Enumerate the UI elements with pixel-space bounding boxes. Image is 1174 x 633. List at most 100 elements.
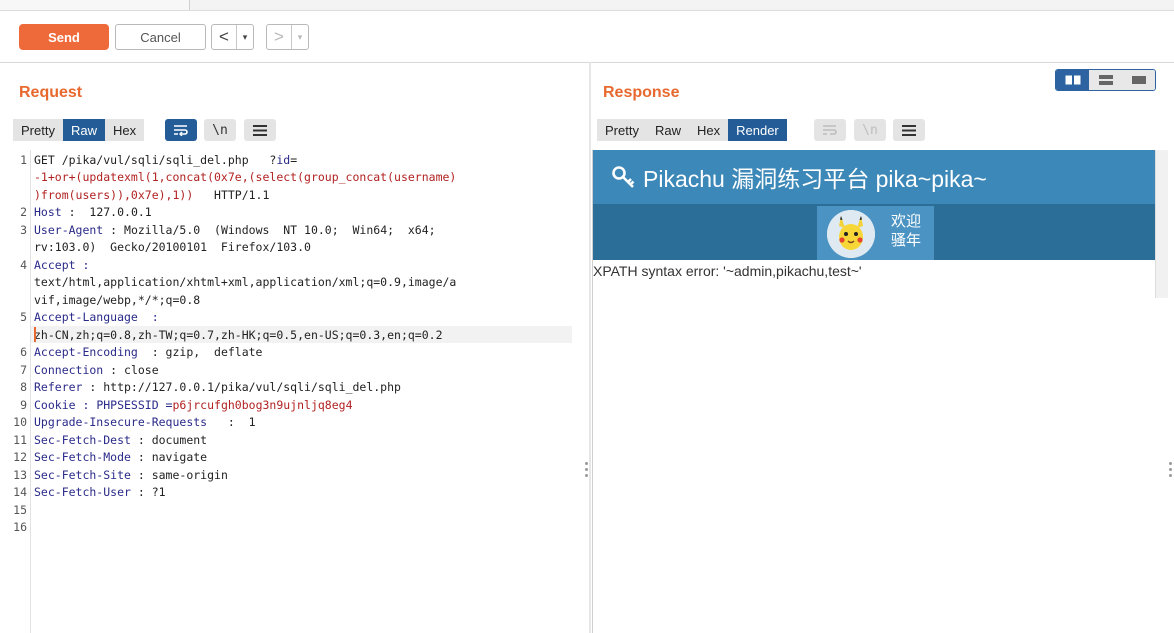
welcome-line: 骚年	[891, 232, 922, 249]
header-value: : same-origin	[130, 468, 228, 482]
payload-text: )from(users)),0x7e),1))	[34, 188, 194, 202]
request-method-path: GET /pika/vul/sqli/sqli_del.php ?	[34, 153, 277, 167]
line-number: 16	[13, 520, 27, 534]
header-line: Accept-Encoding : gzip, deflate	[34, 345, 262, 359]
tab-raw[interactable]: Raw	[62, 119, 105, 141]
header-value: : Mozilla/5.0 (Windows NT 10.0; Win64; x…	[103, 223, 436, 237]
back-nav-group[interactable]: < ▾	[211, 24, 254, 50]
header-value: : document	[130, 433, 208, 447]
header-key: Sec-Fetch-Site	[34, 468, 131, 482]
tab-pretty[interactable]: Pretty	[13, 119, 63, 141]
header-line: Cookie : PHPSESSID =p6jrcufgh0bog3n9ujnl…	[34, 398, 353, 412]
split-horizontal-icon[interactable]	[1056, 70, 1089, 90]
response-title: Response	[603, 84, 680, 101]
menu-icon[interactable]	[244, 119, 276, 141]
send-button[interactable]: Send	[19, 24, 109, 50]
line-number: 4	[20, 258, 27, 272]
line-number: 3	[20, 223, 27, 237]
forward-nav-group[interactable]: > ▾	[266, 24, 309, 50]
request-view-tabs: Pretty Raw Hex	[13, 119, 145, 141]
header-line: Sec-Fetch-Dest : document	[34, 433, 207, 447]
chevron-down-icon[interactable]: ▾	[237, 25, 253, 49]
forward-arrow-icon[interactable]: >	[267, 25, 292, 49]
header-line: User-Agent : Mozilla/5.0 (Windows NT 10.…	[34, 223, 436, 237]
text-cursor	[34, 327, 36, 342]
split-vertical-icon[interactable]	[1089, 70, 1122, 90]
word-wrap-icon[interactable]	[165, 119, 197, 141]
request-editor[interactable]: 1 2 3 4 5 6 7 8 9 10 11 12 13 14 15 16 G…	[8, 150, 583, 633]
toolbar-divider	[0, 62, 1174, 63]
header-value: : 127.0.0.1	[61, 205, 152, 219]
pane-splitter[interactable]	[589, 62, 591, 633]
header-key: User-Agent	[34, 223, 104, 237]
param-equals: =	[290, 153, 298, 167]
key-icon	[611, 164, 637, 190]
top-tab[interactable]	[0, 0, 75, 10]
line-number: 15	[13, 503, 27, 517]
header-colon: :	[75, 258, 90, 272]
line-number: 7	[20, 363, 27, 377]
header-key: Accept-Encoding	[34, 345, 138, 359]
chevron-down-icon[interactable]: ▾	[292, 25, 308, 49]
tab-hex[interactable]: Hex	[688, 119, 729, 141]
splitter-grip-icon[interactable]	[1169, 462, 1172, 477]
header-line-wrap: text/html,application/xhtml+xml,applicat…	[34, 275, 457, 289]
header-key: Cookie	[34, 398, 76, 412]
header-key: Host	[34, 205, 62, 219]
cancel-button[interactable]: Cancel	[115, 24, 206, 50]
show-newlines-button[interactable]: \n	[204, 119, 236, 141]
menu-icon[interactable]	[893, 119, 925, 141]
header-line: Accept :	[34, 258, 89, 272]
line-number: 6	[20, 345, 27, 359]
layout-switcher[interactable]	[1055, 69, 1156, 91]
header-key: Referer	[34, 380, 83, 394]
header-key: Sec-Fetch-Dest	[34, 433, 131, 447]
header-key: Accept	[34, 258, 76, 272]
header-line-wrap: zh-CN,zh;q=0.8,zh-TW;q=0.7,zh-HK;q=0.5,e…	[34, 328, 443, 342]
line-number: 8	[20, 380, 27, 394]
line-number: 2	[20, 205, 27, 219]
header-value: : navigate	[130, 450, 208, 464]
splitter-grip-icon[interactable]	[585, 462, 588, 477]
line-number: 9	[20, 398, 27, 412]
header-line: Sec-Fetch-Mode : navigate	[34, 450, 207, 464]
header-key: Accept-Language	[34, 310, 138, 324]
header-line-wrap: vif,image/webp,*/*;q=0.8	[34, 293, 201, 307]
header-key: Upgrade-Insecure-Requests	[34, 415, 208, 429]
header-line-wrap: rv:103.0) Gecko/20100101 Firefox/103.0	[34, 240, 311, 254]
back-arrow-icon[interactable]: <	[212, 25, 237, 49]
http-version: HTTP/1.1	[193, 188, 270, 202]
pikachu-header: Pikachu 漏洞练习平台 pika~pika~	[593, 150, 1156, 204]
header-key: Sec-Fetch-User	[34, 485, 131, 499]
header-line: Accept-Language :	[34, 310, 159, 324]
header-colon: :	[137, 310, 159, 324]
tab-pretty[interactable]: Pretty	[597, 119, 647, 141]
rendered-response: Pikachu 漏洞练习平台 pika~pika~ 欢迎 骚年 XPATH sy…	[592, 150, 1156, 633]
line-number: 10	[13, 415, 27, 429]
welcome-text: 欢迎 骚年	[891, 212, 921, 250]
top-tab[interactable]	[74, 0, 190, 10]
header-line: Sec-Fetch-User : ?1	[34, 485, 166, 499]
response-scrollbar[interactable]	[1155, 150, 1168, 298]
tab-raw[interactable]: Raw	[646, 119, 689, 141]
tab-render[interactable]: Render	[728, 119, 787, 141]
single-pane-icon[interactable]	[1122, 70, 1155, 90]
header-value: : 1	[207, 415, 256, 429]
header-line: Connection : close	[34, 363, 159, 377]
response-view-tabs: Pretty Raw Hex Render	[597, 119, 787, 141]
line-number: 14	[13, 485, 27, 499]
header-line: Referer : http://127.0.0.1/pika/vul/sqli…	[34, 380, 401, 394]
param-name: id	[276, 153, 291, 167]
request-title: Request	[19, 84, 83, 101]
word-wrap-icon[interactable]	[814, 119, 846, 141]
tab-hex[interactable]: Hex	[104, 119, 145, 141]
cookie-name: : PHPSESSID =	[75, 398, 173, 412]
line-number: 5	[20, 310, 27, 324]
cookie-value: p6jrcufgh0bog3n9ujnljq8eg4	[172, 398, 353, 412]
line-number: 1	[20, 153, 27, 167]
header-line: Sec-Fetch-Site : same-origin	[34, 468, 228, 482]
avatar	[827, 210, 875, 258]
header-key: Connection	[34, 363, 104, 377]
show-newlines-button[interactable]: \n	[854, 119, 886, 141]
header-value: : gzip, deflate	[137, 345, 263, 359]
